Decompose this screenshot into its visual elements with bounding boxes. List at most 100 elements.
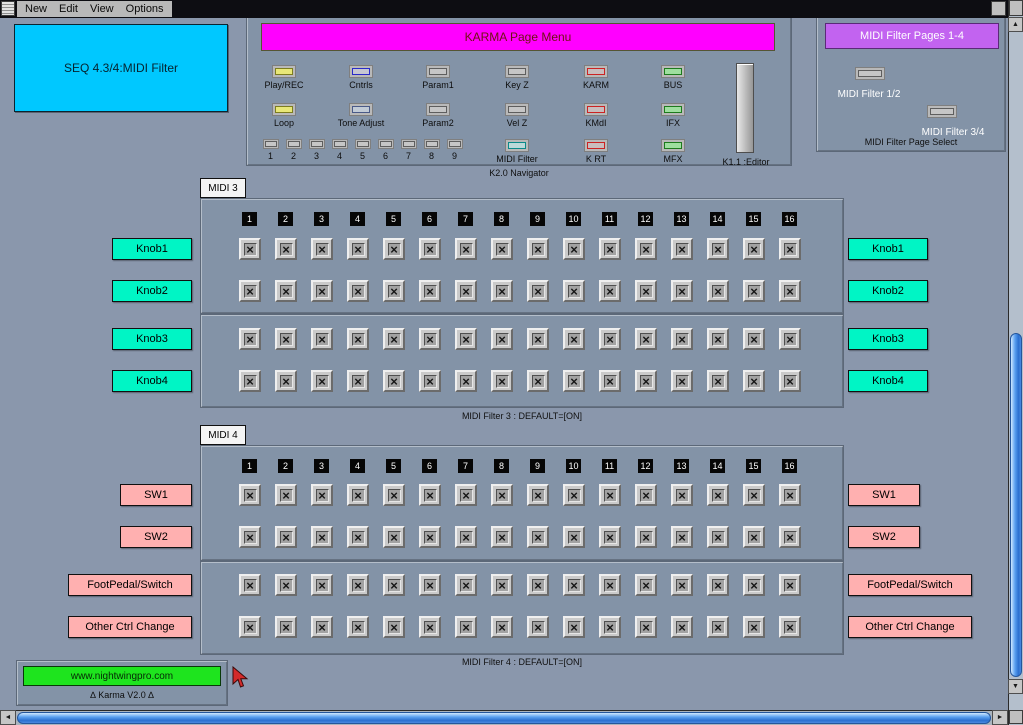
midi-filter-checkbox[interactable]: × [347,280,369,302]
nav-number-button-5[interactable]: 5 [351,139,374,161]
midi-filter-checkbox[interactable]: × [671,526,693,548]
midi-filter-checkbox[interactable]: × [635,526,657,548]
midi-filter-checkbox[interactable]: × [527,616,549,638]
midi-filter-checkbox[interactable]: × [455,238,477,260]
midi-filter-checkbox[interactable]: × [347,616,369,638]
midi-filter-checkbox[interactable]: × [779,574,801,596]
row-label-other-ctrl-change-right[interactable]: Other Ctrl Change [848,616,972,638]
midi-filter-checkbox[interactable]: × [779,370,801,392]
midi-filter-checkbox[interactable]: × [779,280,801,302]
midi-filter-checkbox[interactable]: × [563,238,585,260]
midi-filter-checkbox[interactable]: × [383,574,405,596]
midi-filter-checkbox[interactable]: × [563,280,585,302]
row-label-sw1-right[interactable]: SW1 [848,484,920,506]
midi-filter-checkbox[interactable]: × [779,616,801,638]
midi-filter-1-2-button[interactable] [855,67,885,80]
nav-button-cntrls[interactable]: Cntrls [323,65,399,90]
nav-button-key-z[interactable]: Key Z [479,65,555,90]
midi-filter-checkbox[interactable]: × [599,370,621,392]
midi-filter-checkbox[interactable]: × [239,328,261,350]
midi-filter-1-2-label[interactable]: MIDI Filter 1/2 [821,89,917,100]
midi-filter-checkbox[interactable]: × [311,616,333,638]
row-label-knob2-left[interactable]: Knob2 [112,280,192,302]
midi-filter-checkbox[interactable]: × [239,370,261,392]
midi-filter-checkbox[interactable]: × [275,574,297,596]
midi-filter-checkbox[interactable]: × [671,574,693,596]
nav-number-button-4[interactable]: 4 [328,139,351,161]
midi-filter-checkbox[interactable]: × [347,484,369,506]
nav-number-button-9[interactable]: 9 [443,139,466,161]
midi-filter-checkbox[interactable]: × [527,238,549,260]
midi-filter-checkbox[interactable]: × [743,370,765,392]
midi-filter-checkbox[interactable]: × [743,328,765,350]
midi-filter-checkbox[interactable]: × [491,616,513,638]
midi-filter-checkbox[interactable]: × [275,238,297,260]
midi-filter-checkbox[interactable]: × [419,484,441,506]
nav-number-button-3[interactable]: 3 [305,139,328,161]
midi-filter-checkbox[interactable]: × [275,280,297,302]
row-label-knob1-right[interactable]: Knob1 [848,238,928,260]
row-label-sw2-left[interactable]: SW2 [120,526,192,548]
midi-filter-checkbox[interactable]: × [707,574,729,596]
midi-filter-checkbox[interactable]: × [599,574,621,596]
midi-filter-checkbox[interactable]: × [491,484,513,506]
midi-filter-checkbox[interactable]: × [491,238,513,260]
nav-number-button-8[interactable]: 8 [420,139,443,161]
midi-filter-checkbox[interactable]: × [491,370,513,392]
midi-filter-checkbox[interactable]: × [419,238,441,260]
midi-filter-checkbox[interactable]: × [527,328,549,350]
window-resize-corner[interactable] [1009,710,1023,724]
midi-filter-checkbox[interactable]: × [563,574,585,596]
editor-slider[interactable] [736,63,754,153]
midi-filter-checkbox[interactable]: × [347,526,369,548]
midi-filter-checkbox[interactable]: × [599,238,621,260]
nav-button-tone-adjust[interactable]: Tone Adjust [323,103,399,128]
midi-filter-checkbox[interactable]: × [743,484,765,506]
midi-filter-checkbox[interactable]: × [743,526,765,548]
midi-filter-checkbox[interactable]: × [311,238,333,260]
midi-filter-checkbox[interactable]: × [419,328,441,350]
midi-filter-checkbox[interactable]: × [347,574,369,596]
midi-filter-checkbox[interactable]: × [275,526,297,548]
horizontal-scrollbar[interactable]: ◄ ► [0,710,1008,725]
midi-filter-checkbox[interactable]: × [779,526,801,548]
midi-filter-checkbox[interactable]: × [527,526,549,548]
midi-filter-checkbox[interactable]: × [635,574,657,596]
midi-filter-checkbox[interactable]: × [383,328,405,350]
scroll-down-arrow[interactable]: ▼ [1008,679,1023,694]
nav-button-kmdi[interactable]: KMdI [558,103,634,128]
midi-filter-checkbox[interactable]: × [635,328,657,350]
midi-filter-checkbox[interactable]: × [635,238,657,260]
midi-filter-checkbox[interactable]: × [347,328,369,350]
midi-filter-checkbox[interactable]: × [383,526,405,548]
nav-button-param1[interactable]: Param1 [400,65,476,90]
midi-filter-checkbox[interactable]: × [563,616,585,638]
midi-filter-checkbox[interactable]: × [239,238,261,260]
row-label-footpedal-switch-left[interactable]: FootPedal/Switch [68,574,192,596]
midi-filter-checkbox[interactable]: × [743,238,765,260]
midi-filter-checkbox[interactable]: × [383,616,405,638]
nav-button-k-rt[interactable]: K RT [558,139,634,164]
midi-filter-checkbox[interactable]: × [311,328,333,350]
midi-filter-checkbox[interactable]: × [671,370,693,392]
midi-filter-checkbox[interactable]: × [671,280,693,302]
horizontal-scroll-thumb[interactable] [17,712,991,724]
midi-filter-checkbox[interactable]: × [311,280,333,302]
midi-filter-checkbox[interactable]: × [419,370,441,392]
midi-filter-checkbox[interactable]: × [311,370,333,392]
nav-number-button-2[interactable]: 2 [282,139,305,161]
midi-filter-checkbox[interactable]: × [779,328,801,350]
midi-filter-checkbox[interactable]: × [455,484,477,506]
midi-filter-checkbox[interactable]: × [275,484,297,506]
midi-filter-checkbox[interactable]: × [563,526,585,548]
row-label-knob3-right[interactable]: Knob3 [848,328,928,350]
midi-filter-checkbox[interactable]: × [491,526,513,548]
midi-filter-checkbox[interactable]: × [635,370,657,392]
midi-filter-checkbox[interactable]: × [491,328,513,350]
scroll-left-arrow[interactable]: ◄ [0,710,16,725]
midi-filter-checkbox[interactable]: × [599,328,621,350]
midi-filter-checkbox[interactable]: × [635,280,657,302]
menu-item-new[interactable]: New [25,3,47,15]
midi-filter-checkbox[interactable]: × [527,574,549,596]
midi-filter-checkbox[interactable]: × [563,328,585,350]
